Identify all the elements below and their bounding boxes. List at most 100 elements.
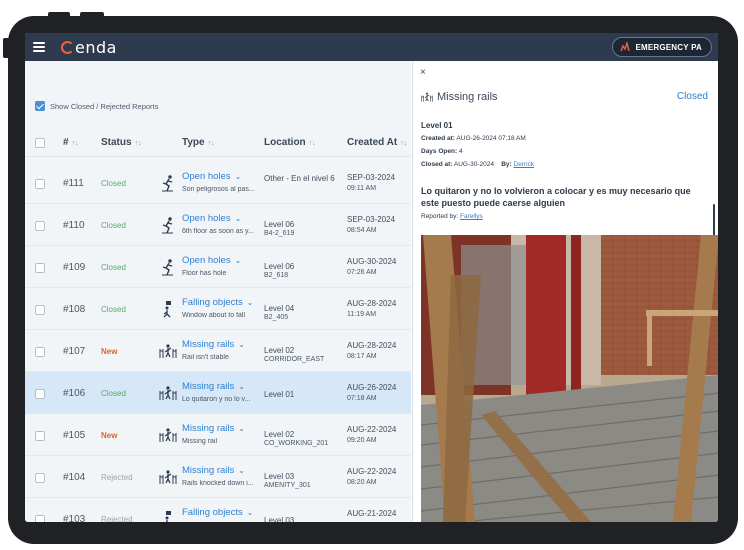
app-logo: enda	[61, 37, 117, 57]
row-time: 07:26 AM	[347, 269, 377, 276]
row-date: SEP-03-2024	[347, 173, 396, 182]
status-badge: Closed	[101, 263, 126, 272]
row-time: 08:20 AM	[347, 479, 377, 486]
table-header: # ↑↓ Status ↑↓ Type ↑↓ Location ↑↓ Created A…	[25, 125, 411, 157]
row-description: Rails knocked down i...	[182, 480, 254, 487]
row-type[interactable]: Open holes ⌄	[182, 171, 241, 182]
reports-list-panel: Show Closed / Rejected Reports # ↑↓ Statu…	[25, 61, 411, 522]
missing-rail-icon	[159, 468, 177, 486]
status-badge: Closed	[101, 389, 126, 398]
row-checkbox[interactable]	[35, 473, 45, 483]
reports-table-body: #111 Closed Open holes ⌄ Son peligrosos al p…	[25, 162, 411, 522]
column-header-created[interactable]: Created At ↑↓	[347, 137, 407, 148]
row-checkbox[interactable]	[35, 305, 45, 315]
row-time: 08:54 AM	[347, 227, 377, 234]
row-time: 11:19 AM	[347, 311, 377, 318]
table-row[interactable]: #107 New Missing rails ⌄ Rail isn't stable Le…	[25, 330, 411, 372]
status-badge: Closed	[101, 305, 126, 314]
table-row[interactable]: #108 Closed Falling objects ⌄ Window about t…	[25, 288, 411, 330]
row-checkbox[interactable]	[35, 515, 45, 522]
detail-header: Missing rails	[421, 91, 498, 103]
row-location: Level 02	[264, 346, 295, 355]
person-falling-icon	[159, 258, 177, 276]
row-type[interactable]: Falling objects ⌄	[182, 297, 253, 308]
table-row[interactable]: #111 Closed Open holes ⌄ Son peligrosos al p…	[25, 162, 411, 204]
sort-icon: ↑↓	[308, 140, 316, 147]
row-checkbox[interactable]	[35, 179, 45, 189]
table-row[interactable]: #104 Rejected Missing rails ⌄ Rails knocked …	[25, 456, 411, 498]
status-badge: Closed	[101, 179, 126, 188]
row-sublocation: B2_618	[264, 272, 289, 279]
sort-icon: ↑↓	[400, 140, 408, 147]
row-checkbox[interactable]	[35, 347, 45, 357]
row-sublocation: AMENITY_301	[264, 482, 311, 489]
show-closed-checkbox[interactable]	[35, 101, 45, 111]
chevron-down-icon[interactable]: ⌄	[238, 340, 245, 349]
row-sublocation: B2_405	[264, 314, 289, 321]
row-location: Level 03	[264, 472, 295, 481]
detail-status[interactable]: Closed	[677, 91, 708, 102]
chevron-down-icon[interactable]: ⌄	[238, 424, 245, 433]
column-header-type[interactable]: Type ↑↓	[182, 137, 215, 148]
detail-level: Level 01	[421, 121, 453, 130]
row-location: Level 04	[264, 304, 295, 313]
table-row[interactable]: #103 Rejected Falling objects ⌄ Level 03 AUG-…	[25, 498, 411, 522]
row-checkbox[interactable]	[35, 221, 45, 231]
row-type[interactable]: Missing rails ⌄	[182, 339, 245, 350]
sort-icon: ↑↓	[207, 140, 215, 147]
row-type[interactable]: Falling objects ⌄	[182, 507, 253, 518]
row-type[interactable]: Missing rails ⌄	[182, 381, 245, 392]
row-description: Missing rail	[182, 438, 218, 445]
row-checkbox[interactable]	[35, 431, 45, 441]
column-header-id[interactable]: # ↑↓	[63, 137, 79, 148]
row-description: Lo quitaron y no lo v...	[182, 396, 251, 403]
report-comment: Lo quitaron y no lo volvieron a colocar …	[421, 186, 691, 208]
closed-by-link[interactable]: Derrick	[514, 161, 535, 168]
row-description: Rail isn't stable	[182, 354, 229, 361]
row-id: #108	[63, 304, 86, 315]
column-header-location[interactable]: Location ↑↓	[264, 137, 316, 148]
chevron-down-icon[interactable]: ⌄	[247, 298, 254, 307]
chevron-down-icon[interactable]: ⌄	[235, 172, 242, 181]
days-open-row: Days Open: 4	[421, 148, 463, 155]
missing-rail-icon	[159, 342, 177, 360]
row-description: Floor has hole	[182, 270, 227, 277]
chevron-down-icon[interactable]: ⌄	[235, 214, 242, 223]
row-date: AUG-22-2024	[347, 467, 397, 476]
close-icon[interactable]: ×	[420, 67, 426, 78]
row-date: AUG-28-2024	[347, 341, 397, 350]
row-time: 09:20 AM	[347, 437, 377, 444]
row-type[interactable]: Missing rails ⌄	[182, 465, 245, 476]
chevron-down-icon[interactable]: ⌄	[235, 256, 242, 265]
row-description: 6th floor as soon as y...	[182, 228, 254, 235]
emergency-button[interactable]: EMERGENCY PA	[612, 37, 712, 57]
select-all-checkbox[interactable]	[35, 138, 45, 148]
logo-text: enda	[75, 37, 117, 57]
column-header-status[interactable]: Status ↑↓	[101, 137, 142, 148]
row-sublocation: B4-2_619	[264, 230, 295, 237]
detail-title: Missing rails	[437, 91, 498, 103]
row-location: Level 06	[264, 220, 295, 229]
row-date: AUG-26-2024	[347, 383, 397, 392]
show-closed-filter[interactable]: Show Closed / Rejected Reports	[35, 101, 158, 111]
row-checkbox[interactable]	[35, 263, 45, 273]
table-row[interactable]: #106 Closed Missing rails ⌄ Lo quitaron y no…	[25, 372, 411, 414]
status-badge: Rejected	[101, 473, 133, 482]
row-description: Son peligrosos al pas...	[182, 186, 255, 193]
table-row[interactable]: #105 New Missing rails ⌄ Missing rail Level 0…	[25, 414, 411, 456]
chevron-down-icon[interactable]: ⌄	[238, 382, 245, 391]
row-checkbox[interactable]	[35, 389, 45, 399]
screen: enda EMERGENCY PA Show Closed / Rejected…	[25, 33, 718, 522]
row-type[interactable]: Open holes ⌄	[182, 213, 241, 224]
chevron-down-icon[interactable]: ⌄	[247, 508, 254, 517]
table-row[interactable]: #109 Closed Open holes ⌄ Floor has hole Level…	[25, 246, 411, 288]
row-type[interactable]: Missing rails ⌄	[182, 423, 245, 434]
menu-icon[interactable]	[33, 42, 45, 52]
row-type[interactable]: Open holes ⌄	[182, 255, 241, 266]
missing-rail-icon	[421, 92, 433, 102]
report-photo[interactable]	[421, 235, 718, 522]
chevron-down-icon[interactable]: ⌄	[238, 466, 245, 475]
table-row[interactable]: #110 Closed Open holes ⌄ 6th floor as soon a…	[25, 204, 411, 246]
row-id: #107	[63, 346, 86, 357]
reported-by-link[interactable]: Farellys	[460, 213, 483, 220]
